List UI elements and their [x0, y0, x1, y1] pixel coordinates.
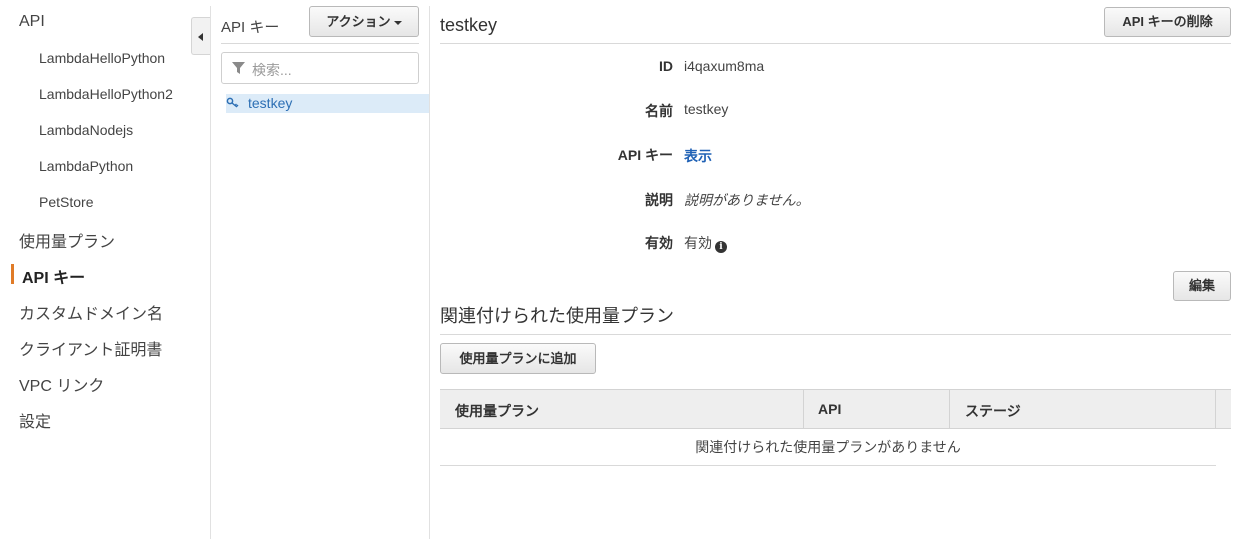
delete-api-key-button[interactable]: API キーの削除	[1104, 7, 1231, 37]
search-placeholder: 検索...	[252, 62, 292, 78]
section-divider	[440, 334, 1231, 335]
list-divider	[429, 6, 430, 539]
column-divider	[803, 390, 804, 428]
column-header-stage[interactable]: ステージ	[965, 401, 1021, 421]
api-key-list-item[interactable]: testkey	[226, 94, 429, 113]
chevron-left-icon	[198, 33, 203, 41]
nav-api-item[interactable]: LambdaNodejs	[39, 122, 133, 138]
nav-settings[interactable]: 設定	[19, 408, 51, 432]
key-icon	[226, 97, 239, 108]
filter-icon	[232, 62, 245, 74]
nav-api-item[interactable]: LambdaHelloPython2	[39, 86, 173, 102]
name-label: 名前	[645, 103, 673, 119]
api-key-label: API キー	[617, 147, 673, 163]
column-header-usage-plan[interactable]: 使用量プラン	[455, 401, 539, 421]
nav-client-certificates[interactable]: クライアント証明書	[19, 336, 162, 360]
caret-down-icon	[393, 20, 402, 25]
description-value: 説明がありません。	[684, 192, 810, 208]
title-divider	[440, 43, 1231, 44]
nav-vpc-links[interactable]: VPC リンク	[19, 372, 104, 396]
keys-panel-title: API キー	[221, 19, 280, 36]
column-divider	[949, 390, 950, 428]
usage-plans-section-title: 関連付けられた使用量プラン	[440, 306, 674, 326]
nav-usage-plans[interactable]: 使用量プラン	[19, 228, 115, 252]
description-label: 説明	[645, 192, 673, 208]
column-header-api[interactable]: API	[818, 401, 841, 417]
enabled-label: 有効	[645, 235, 673, 251]
actions-dropdown-button[interactable]: アクション	[309, 6, 419, 37]
usage-plans-table-header: 使用量プラン API ステージ	[440, 389, 1231, 429]
nav-api-item[interactable]: PetStore	[39, 194, 93, 210]
add-to-usage-plan-button[interactable]: 使用量プランに追加	[440, 343, 596, 374]
left-navigation: API LambdaHelloPython LambdaHelloPython2…	[0, 0, 210, 539]
nav-api-section[interactable]: API	[19, 13, 45, 31]
active-indicator	[11, 264, 14, 284]
api-key-name: testkey	[248, 95, 293, 111]
enabled-value: 有効	[684, 235, 712, 251]
search-input[interactable]: 検索...	[221, 52, 419, 84]
nav-divider	[210, 6, 211, 539]
page-title: testkey	[440, 15, 498, 35]
info-icon[interactable]: i	[715, 241, 727, 253]
table-bottom-border	[440, 465, 1216, 466]
column-divider	[1215, 390, 1216, 428]
collapse-nav-button[interactable]	[191, 17, 210, 55]
id-value: i4qaxum8ma	[684, 58, 765, 74]
id-label: ID	[659, 58, 673, 74]
edit-button[interactable]: 編集	[1173, 271, 1231, 301]
empty-table-message: 関連付けられた使用量プランがありません	[695, 439, 961, 455]
name-value: testkey	[684, 101, 729, 117]
show-key-link[interactable]: 表示	[684, 148, 712, 164]
nav-api-item[interactable]: LambdaPython	[39, 158, 133, 174]
actions-label: アクション	[326, 14, 391, 29]
nav-api-keys[interactable]: API キー	[22, 264, 85, 288]
nav-custom-domains[interactable]: カスタムドメイン名	[19, 300, 163, 324]
nav-api-item[interactable]: LambdaHelloPython	[39, 50, 165, 66]
keys-panel-divider	[221, 43, 419, 44]
